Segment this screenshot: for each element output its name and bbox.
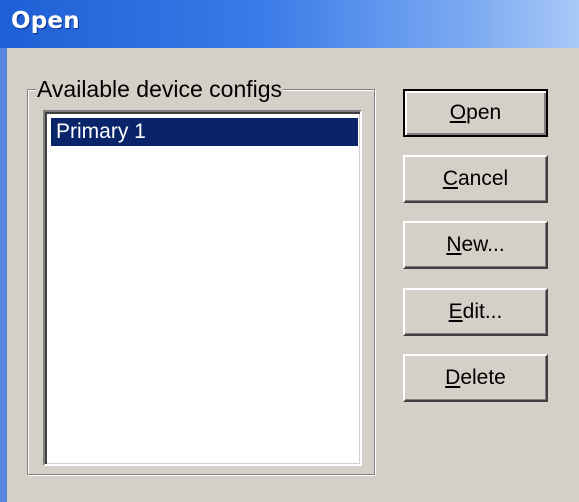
cancel-button-mnemonic: C [442, 167, 458, 190]
open-button[interactable]: Open [403, 89, 548, 137]
device-configs-list[interactable]: Primary 1 [43, 110, 362, 466]
delete-button-mnemonic: D [445, 366, 461, 389]
edit-button-mnemonic: E [448, 300, 463, 323]
edit-button-label: dit... [462, 300, 503, 323]
cancel-button-label: ancel [457, 167, 509, 190]
open-dialog: Open Available device configs Primary 1 … [0, 0, 579, 502]
list-item-label: Primary 1 [56, 120, 146, 143]
group-label: Available device configs [36, 75, 284, 103]
list-item[interactable]: Primary 1 [51, 118, 358, 146]
open-button-mnemonic: O [449, 101, 467, 124]
delete-button-label: elete [460, 366, 506, 389]
edit-button[interactable]: Edit... [403, 288, 548, 336]
window-title: Open [11, 8, 80, 34]
title-bar[interactable]: Open [0, 0, 579, 48]
new-button-label: ew... [461, 233, 505, 256]
cancel-button[interactable]: Cancel [403, 155, 548, 203]
new-button-mnemonic: N [446, 233, 462, 256]
open-button-label: pen [466, 101, 502, 124]
new-button[interactable]: New... [403, 221, 548, 269]
delete-button[interactable]: Delete [403, 354, 548, 402]
